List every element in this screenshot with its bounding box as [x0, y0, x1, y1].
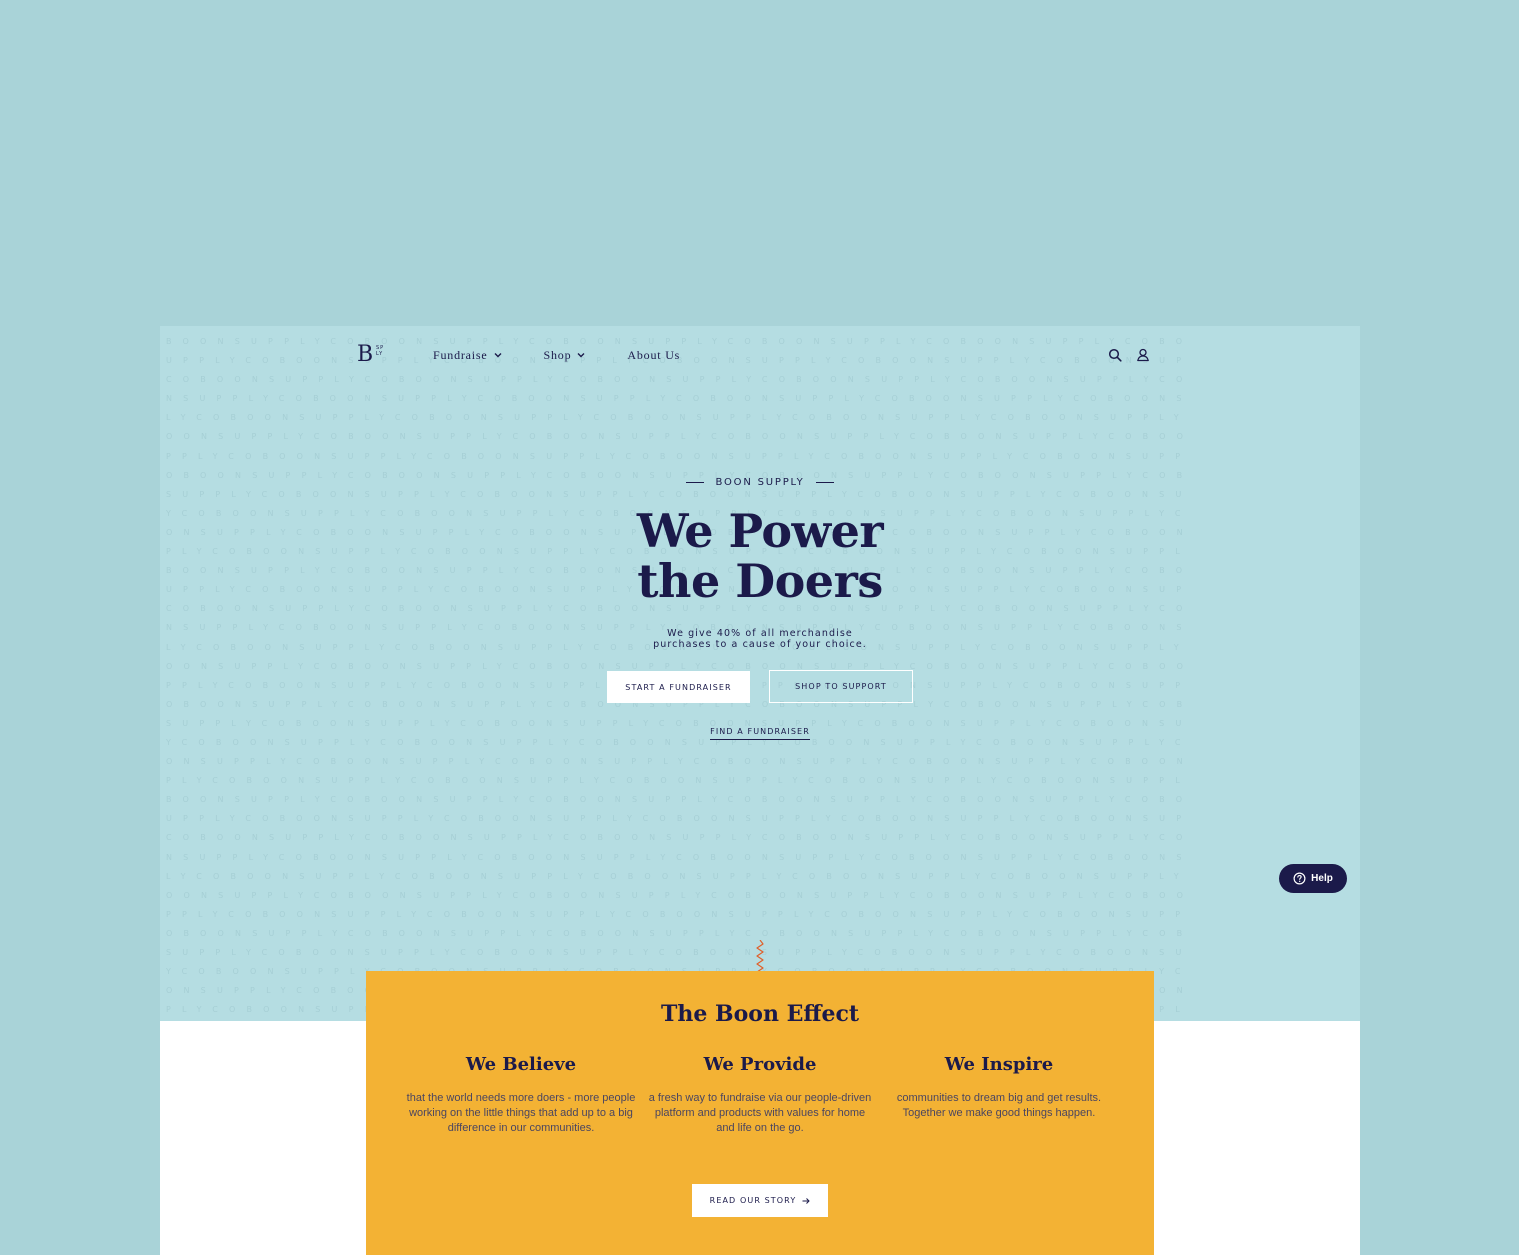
nav-item-label: About Us — [627, 347, 681, 362]
chevron-down-icon — [494, 353, 502, 358]
header-actions — [1108, 348, 1150, 362]
effect-column-inspire: We Inspire communities to dream big and … — [884, 1053, 1114, 1121]
shop-to-support-button[interactable]: SHOP TO SUPPORT — [769, 670, 913, 703]
question-circle-icon — [1293, 872, 1306, 885]
pattern-row: OONSUPPLYCOBOONSUPPLYCOBOONSUPPLYCOBOONS… — [166, 661, 1195, 671]
pattern-row: COBOONSUPPLYCOBOONSUPPLYCOBOONSUPPLYCOBO… — [166, 833, 1194, 843]
chevron-down-icon — [577, 353, 585, 358]
pattern-row: PLYCOBOONSUPPLYCOBOONSUPPLYCOBOONSUPPLYC… — [166, 776, 1191, 786]
column-body: that the world needs more doers - more p… — [406, 1092, 636, 1134]
pattern-row: PPLYCOBOONSUPPLYCOBOONSUPPLYCOBOONSUPPLY… — [166, 909, 1192, 919]
nav-item-label: Fundraise — [433, 347, 488, 362]
letter-pattern-background: B OONSUPPLYCOBOONSUPPLYCOBOONSUPPLYCOBOON… — [166, 332, 1360, 1021]
logo-mini-line2: LY — [376, 351, 384, 357]
hero-section: B OONSUPPLYCOBOONSUPPLYCOBOONSUPPLYCOBOON… — [160, 326, 1360, 1021]
pattern-row: PPLYCOBOONSUPPLYCOBOONSUPPLYCOBOONSUPPLY… — [166, 676, 1360, 695]
pattern-row: LYCOBOONSUPPLYCOBOONSUPPLYCOBOONSUPPLYCO… — [166, 871, 1190, 881]
pattern-row: PPLYCOBOONSUPPLYCOBOONSUPPLYCOBOONSUPPLY… — [166, 451, 1192, 461]
pattern-row: OONSUPPLYCOBOONSUPPLYCOBOONSUPPLYCOBOONS… — [166, 432, 1195, 442]
logo-letter: B — [357, 342, 374, 367]
effect-column-provide: We Provide a fresh way to fundraise via … — [645, 1053, 875, 1136]
nav-item-shop[interactable]: Shop — [544, 348, 586, 363]
column-body: communities to dream big and get results… — [896, 1092, 1102, 1119]
pattern-row: UPPLYCOBOONSUPPLYCOBOONSUPPLYCOBOONSUPPL… — [166, 814, 1193, 824]
read-our-story-label: READ OUR STORY — [709, 1196, 797, 1205]
search-icon[interactable] — [1108, 348, 1122, 362]
boon-effect-title: The Boon Effect — [661, 1001, 859, 1027]
pattern-row: UPPLYCOBOONSUPPLYCOBOONSUPPLYCOBOONSUPPL… — [166, 356, 1193, 366]
hero-subtext: We give 40% of all merchandise purchases… — [160, 628, 1360, 650]
eyebrow-text: BOON SUPPLY — [715, 477, 805, 488]
hero-headline: We Power the Doers — [160, 506, 1360, 606]
find-fundraiser-wrapper: FIND A FUNDRAISER — [160, 721, 1360, 740]
nav-item-about-us[interactable]: About Us — [627, 348, 680, 363]
user-icon[interactable] — [1136, 348, 1150, 362]
website-frame: B OONSUPPLYCOBOONSUPPLYCOBOONSUPPLYCOBOON… — [160, 326, 1360, 1255]
pattern-row: OBOONSUPPLYCOBOONSUPPLYCOBOONSUPPLYCOBOO… — [166, 699, 1194, 709]
pattern-row: NSUPPLYCOBOONSUPPLYCOBOONSUPPLYCOBOONSUP… — [166, 852, 1193, 862]
help-button[interactable]: Help — [1279, 864, 1347, 893]
pattern-row: ONSUPPLYCOBOONSUPPLYCOBOONSUPPLYCOBOONSU… — [166, 757, 1194, 767]
boon-supply-logo[interactable]: B SP LY — [357, 343, 387, 367]
arrow-right-icon — [802, 1197, 811, 1204]
pattern-row: LYCOBOONSUPPLYCOBOONSUPPLYCOBOONSUPPLYCO… — [166, 413, 1190, 423]
pattern-row: OONSUPPLYCOBOONSUPPLYCOBOONSUPPLYCOBOONS… — [166, 890, 1195, 900]
logo-mini-text: SP LY — [376, 345, 388, 357]
eyebrow-left-rule — [685, 482, 704, 483]
column-body: a fresh way to fundraise via our people-… — [648, 1092, 872, 1134]
read-our-story-button[interactable]: READ OUR STORY — [692, 1184, 828, 1217]
pattern-row: NSUPPLYCOBOONSUPPLYCOBOONSUPPLYCOBOONSUP… — [166, 394, 1193, 404]
column-heading: We Provide — [703, 1054, 817, 1075]
boon-effect-card: The Boon Effect We Believe that the worl… — [366, 971, 1154, 1255]
find-fundraiser-link[interactable]: FIND A FUNDRAISER — [710, 727, 810, 740]
column-heading: We Inspire — [944, 1054, 1054, 1075]
nav-item-fundraise[interactable]: Fundraise — [433, 348, 502, 363]
effect-column-believe: We Believe that the world needs more doe… — [406, 1053, 636, 1136]
hero-eyebrow: BOON SUPPLY — [160, 477, 1360, 488]
eyebrow-right-rule — [816, 482, 835, 483]
headline-line-1: We Power — [636, 504, 884, 558]
headline-line-2: the Doers — [637, 554, 883, 608]
column-heading: We Believe — [465, 1054, 577, 1075]
main-nav: Fundraise Shop About Us — [433, 347, 680, 363]
pattern-row: BOONSUPPLYCOBOONSUPPLYCOBOONSUPPLYCOBOON… — [166, 337, 1194, 346]
subtext-line-1: We give 40% of all merchandise — [667, 628, 853, 639]
start-fundraiser-button[interactable]: START A FUNDRAISER — [607, 671, 750, 703]
subtext-line-2: purchases to a cause of your choice. — [653, 639, 867, 650]
pattern-row: COBOONSUPPLYCOBOONSUPPLYCOBOONSUPPLYCOBO… — [166, 375, 1194, 385]
pattern-row: BOONSUPPLYCOBOONSUPPLYCOBOONSUPPLYCOBOON… — [166, 795, 1194, 805]
nav-item-label: Shop — [543, 347, 572, 362]
help-label: Help — [1311, 873, 1333, 884]
